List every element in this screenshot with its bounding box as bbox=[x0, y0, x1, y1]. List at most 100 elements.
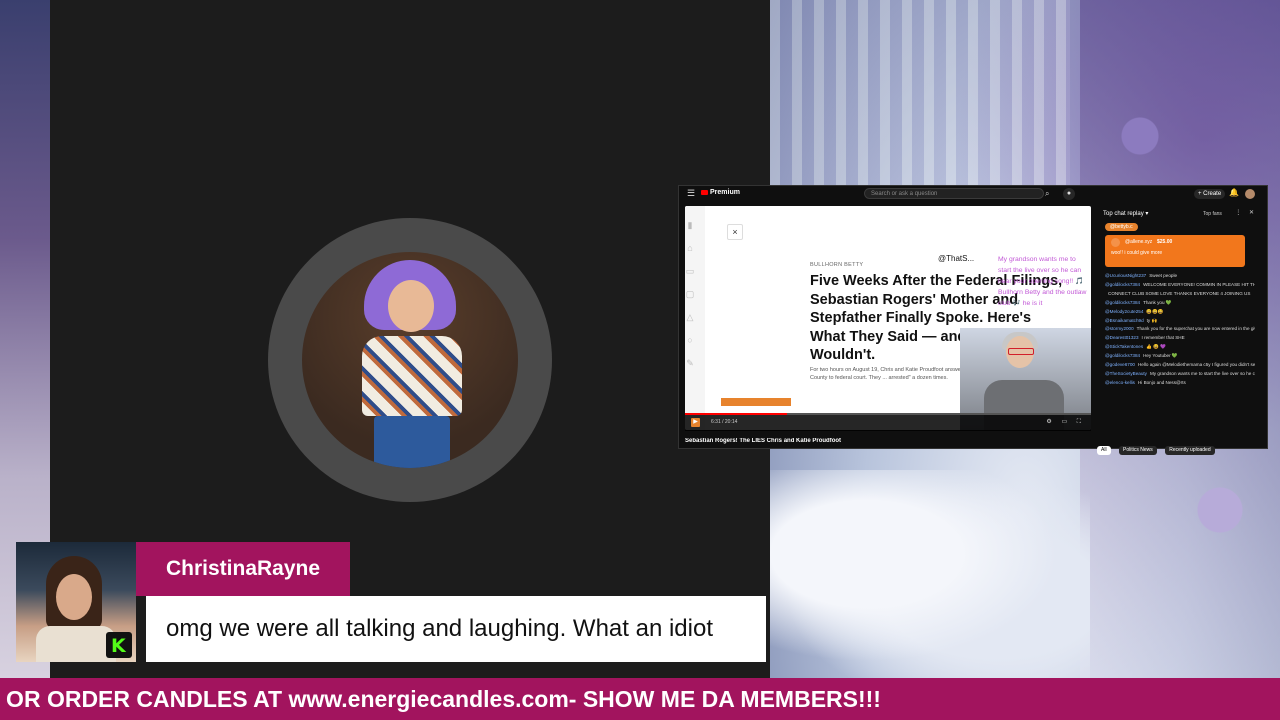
user-avatar[interactable] bbox=[1245, 189, 1255, 199]
youtube-logo-label: Premium bbox=[710, 189, 740, 196]
screen-share-window: ☰ Premium Search or ask a question ⌕ ● +… bbox=[678, 185, 1268, 455]
video-tags: All Politics News Recently uploaded bbox=[1097, 438, 1219, 456]
article-handle: @ThatS... bbox=[938, 254, 975, 263]
chat-message: @StickTakentones 👍 😆 💜 bbox=[1105, 343, 1255, 352]
bell-icon[interactable]: △ bbox=[685, 312, 695, 322]
ticker-text: ! OR ORDER CANDLES AT www.energiecandles… bbox=[0, 686, 881, 712]
tag-recently-uploaded[interactable]: Recently uploaded bbox=[1165, 446, 1215, 455]
chat-message-user[interactable]: @Bsnaikamatch9d bbox=[1105, 318, 1144, 323]
article-page: × BULLHORN BETTY @ThatS... Five Weeks Af… bbox=[685, 206, 1091, 430]
chat-message-text: 👍 😆 💜 bbox=[1146, 344, 1166, 350]
alert-username: ChristinaRayne bbox=[136, 542, 350, 596]
chat-header-icons[interactable]: ⋮ ✕ bbox=[1235, 209, 1257, 216]
chat-message-text: Hello again @Melodiethemama c5y I figure… bbox=[1137, 362, 1255, 368]
webcam-glasses bbox=[1008, 348, 1034, 355]
chat-pinned-pill[interactable]: @bettyb.c bbox=[1105, 223, 1138, 231]
inbox-icon[interactable]: ▭ bbox=[685, 266, 695, 276]
chat-message-user[interactable]: @Melody2cute254 bbox=[1105, 309, 1143, 314]
edit-icon[interactable]: ✎ bbox=[685, 358, 695, 368]
video-time: 6:31 / 20:14 bbox=[711, 419, 738, 425]
kick-logo-icon: K bbox=[106, 632, 132, 658]
chat-message-text: Thank you 💚 bbox=[1143, 299, 1172, 305]
chat-message-user[interactable]: @elenco-kellis bbox=[1105, 380, 1135, 385]
chat-message-list: @UcuriousNight237 Sweet people @goldilocks… bbox=[1105, 272, 1255, 388]
chat-message-user[interactable]: @TheSocietyBeauty bbox=[1105, 371, 1147, 376]
photo-face bbox=[56, 574, 92, 620]
chat-message-user[interactable]: @godeve6700 bbox=[1105, 362, 1135, 367]
chat-message-text: I remember that SHE bbox=[1141, 335, 1185, 341]
chat-message: @stormy2000 Thank you for the superchat y… bbox=[1105, 325, 1255, 334]
article-orange-bar bbox=[721, 398, 791, 406]
search-icon[interactable]: ⌕ bbox=[1045, 189, 1055, 199]
tag-politics-news[interactable]: Politics News bbox=[1119, 446, 1157, 455]
chat-sort[interactable]: Top fans bbox=[1203, 211, 1222, 217]
avatar-face bbox=[388, 280, 434, 332]
chat-header-label: Top chat replay bbox=[1103, 211, 1144, 217]
menu-icon[interactable]: ☰ bbox=[687, 188, 695, 199]
bookmark-icon[interactable]: ▮ bbox=[685, 220, 695, 230]
chat-message-user[interactable]: @UcuriousNight237 bbox=[1105, 273, 1146, 278]
video-progress-fill bbox=[685, 413, 787, 415]
avatar-sweater bbox=[362, 336, 462, 416]
avatar-jeans bbox=[374, 416, 450, 468]
search-nav-icon[interactable]: ○ bbox=[685, 335, 695, 345]
article-kicker: BULLHORN BETTY bbox=[810, 262, 864, 268]
close-icon[interactable]: × bbox=[727, 224, 743, 240]
chat-message-text: Sweet people bbox=[1149, 273, 1178, 278]
chat-message: @Dearest01323 I remember that SHE bbox=[1105, 334, 1255, 343]
play-button[interactable]: ▶ bbox=[691, 418, 700, 427]
chat-message-text: CONNECT CLUB SOME LOVE THANKS EVERYONE 4… bbox=[1108, 290, 1251, 296]
chat-message: @Melody2cute254 😄😄😄 bbox=[1105, 308, 1255, 317]
alert-message: omg we were all talking and laughing. Wh… bbox=[146, 596, 766, 662]
chat-message-user[interactable]: @Dearest01323 bbox=[1105, 335, 1139, 340]
superchat-amount: $25.00 bbox=[1157, 239, 1173, 245]
youtube-play-icon bbox=[701, 189, 708, 195]
background-clouds bbox=[770, 470, 1090, 680]
chat-message-user[interactable]: @goldilocks7384 bbox=[1105, 353, 1140, 358]
chat-message-user[interactable]: @goldilocks7384 bbox=[1105, 282, 1140, 287]
create-button-label: Create bbox=[1203, 191, 1222, 197]
chat-message: @goldilocks7384 Thank you 💚 bbox=[1105, 299, 1255, 308]
chat-message: @goldilocks7384 WELCOME EVERYONE! COMMIN … bbox=[1105, 281, 1255, 290]
ticker-banner: ! OR ORDER CANDLES AT www.energiecandles… bbox=[0, 678, 1280, 720]
chat-message: CONNECT CLUB SOME LOVE THANKS EVERYONE 4… bbox=[1105, 290, 1255, 299]
youtube-search-input[interactable]: Search or ask a question bbox=[864, 188, 1044, 199]
chat-message: @UcuriousNight237 Sweet people bbox=[1105, 272, 1255, 281]
live-chat-panel: Top chat replay ▾ Top fans ⋮ ✕ @bettyb.c… bbox=[1099, 206, 1261, 434]
video-progress-bar[interactable] bbox=[685, 413, 1091, 415]
kick-logo-letter: K bbox=[111, 635, 126, 657]
chat-message-text: My grandson wants me to start the live o… bbox=[1149, 370, 1255, 376]
chat-message-user[interactable]: @stormy2000 bbox=[1105, 326, 1134, 331]
youtube-topbar: ☰ Premium Search or ask a question ⌕ ● +… bbox=[679, 186, 1267, 202]
video-player-controls: ▶ 6:31 / 20:14 ⚙ ▭ ⛶ bbox=[685, 413, 1091, 431]
chat-message: @Bsnaikamatch9d ty 🙌 bbox=[1105, 317, 1255, 326]
streamer-avatar bbox=[302, 252, 518, 468]
video-title[interactable]: Sebastian Rogers! The LIES Chris and Kat… bbox=[685, 438, 1065, 444]
chat-message-text: WELCOME EVERYONE! COMMIN IN PLEASE HIT T… bbox=[1143, 281, 1255, 287]
superchat-avatar bbox=[1111, 238, 1120, 247]
notifications-icon[interactable]: 🔔 bbox=[1229, 188, 1239, 197]
chat-header[interactable]: Top chat replay ▾ bbox=[1103, 210, 1148, 217]
chat-message-text: Hey Youtuber 💚 bbox=[1143, 353, 1178, 359]
superchat-message: @allene.xyz $25.00 woo!! i could give mo… bbox=[1105, 235, 1245, 267]
home-icon[interactable]: ⌂ bbox=[685, 243, 695, 253]
chat-message-user[interactable]: @StickTakentones bbox=[1105, 344, 1143, 349]
tag-all[interactable]: All bbox=[1097, 446, 1111, 455]
chat-message: @godeve6700 Hello again @Melodiethemama c… bbox=[1105, 361, 1255, 370]
chat-message: @goldilocks7384 Hey Youtuber 💚 bbox=[1105, 352, 1255, 361]
microphone-icon[interactable]: ● bbox=[1063, 188, 1075, 200]
overlay-chat-text: My grandson wants me to start the live o… bbox=[998, 256, 1087, 307]
comment-icon[interactable]: ▢ bbox=[685, 289, 695, 299]
create-button[interactable]: + Create bbox=[1194, 189, 1226, 199]
photo-top bbox=[36, 626, 116, 662]
chat-message: @elenco-kellis Hi Bonjo and Ness@rts bbox=[1105, 379, 1255, 388]
player-control-icons[interactable]: ⚙ ▭ ⛶ bbox=[1046, 418, 1085, 426]
youtube-logo[interactable]: Premium bbox=[701, 189, 740, 196]
chat-message: @TheSocietyBeauty My grandson wants me to… bbox=[1105, 370, 1255, 379]
chat-message-text: 😄😄😄 bbox=[1146, 308, 1164, 314]
chat-message-text: Hi Bonjo and Ness@rts bbox=[1137, 379, 1186, 385]
chat-message-text: ty 🙌 bbox=[1146, 317, 1158, 323]
youtube-left-nav: ▮ ⌂ ▭ ▢ △ ○ ✎ bbox=[685, 220, 705, 381]
superchat-name: @allene.xyz bbox=[1125, 239, 1153, 245]
chat-message-user[interactable]: @goldilocks7384 bbox=[1105, 300, 1140, 305]
